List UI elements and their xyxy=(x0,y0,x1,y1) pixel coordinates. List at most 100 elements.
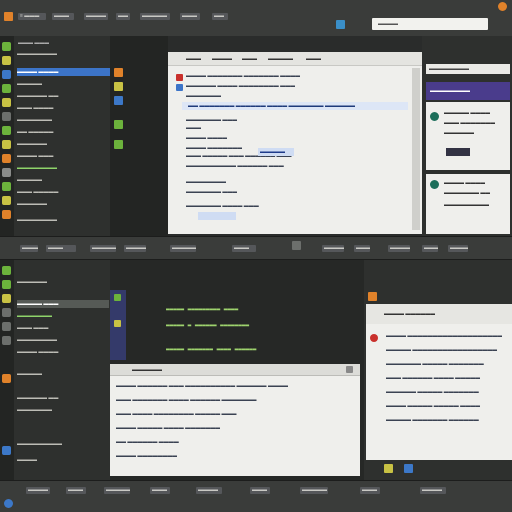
mid-bar-icon[interactable] xyxy=(292,241,301,250)
mid-tab[interactable]: ▬▬▬ xyxy=(354,245,370,252)
mid-tab[interactable]: ▬▬▬▬ xyxy=(20,245,38,252)
table-row[interactable]: ▬▬▬▬ ▬▬▬▬▬ ▬▬▬▬ ▬▬▬▬▬▬▬ xyxy=(116,426,220,431)
warning-icon[interactable] xyxy=(2,154,11,163)
table-row[interactable]: ▬▬▬ ▬▬▬▬▬▬▬ ▬▬▬▬ ▬▬▬▬▬▬ ▬▬▬▬▬▬▬ xyxy=(116,398,257,403)
right-panel-search[interactable]: ▬▬▬▬▬▬▬▬ xyxy=(426,64,510,74)
app-icon[interactable] xyxy=(4,12,13,21)
start-icon[interactable] xyxy=(4,499,13,508)
bottom-tab[interactable]: ▬▬▬ xyxy=(66,487,86,494)
window-icon[interactable] xyxy=(336,20,345,29)
mid-tab[interactable]: ▬▬▬ xyxy=(46,245,76,252)
sidebar-item-green[interactable]: ▬▬▬▬▬▬▬ xyxy=(17,312,107,320)
bottom-tab[interactable]: ▬▬▬ xyxy=(360,487,380,494)
mid-tab[interactable]: ▬▬▬▬ xyxy=(388,245,410,252)
sidebar-item[interactable]: ▬▬▬▬▬▬▬▬ xyxy=(17,336,107,344)
debug-icon[interactable] xyxy=(2,322,11,331)
file-icon[interactable] xyxy=(2,42,11,51)
doc-menu-item[interactable]: ▬▬▬▬▬ xyxy=(268,56,293,62)
mid-tab[interactable]: ▬▬▬▬ xyxy=(448,245,468,252)
doc-menu-item[interactable]: ▬▬▬▬ xyxy=(212,56,232,62)
bottom-tab[interactable]: ▬▬▬▬▬ xyxy=(300,487,328,494)
sidebar-item[interactable]: ▬▬▬ ▬▬▬▬▬ xyxy=(17,188,107,196)
layers-icon[interactable] xyxy=(2,210,11,219)
file-icon[interactable] xyxy=(2,266,11,275)
doc-menu-item[interactable]: ▬▬▬ xyxy=(242,56,257,62)
top-tab-7[interactable]: ▬▬ xyxy=(212,13,228,20)
top-tab-5[interactable]: ▬▬▬▬▬ xyxy=(140,13,170,20)
search-icon[interactable] xyxy=(2,70,11,79)
extension-icon[interactable] xyxy=(2,112,11,121)
sidebar-item[interactable]: ▬▬▬▬▬▬▬ xyxy=(17,116,107,124)
sidebar-item[interactable]: ▬▬▬ ▬▬▬ xyxy=(17,324,107,332)
debug-icon[interactable] xyxy=(2,98,11,107)
globe-icon[interactable] xyxy=(114,96,123,105)
git-icon[interactable] xyxy=(2,308,11,317)
settings-icon[interactable] xyxy=(384,464,393,473)
mid-tab[interactable]: ▬▬▬ xyxy=(232,245,256,252)
share-icon[interactable] xyxy=(404,464,413,473)
sidebar-item[interactable]: ▬▬▬▬▬▬ xyxy=(17,140,107,148)
right-card-2[interactable]: ▬▬▬▬ ▬▬▬▬ ▬▬▬▬▬▬▬ ▬▬ ▬▬▬▬▬▬▬▬▬ xyxy=(426,174,510,234)
document-tag[interactable] xyxy=(198,212,236,220)
document-scrollbar[interactable] xyxy=(412,68,420,230)
doc-menu-item[interactable]: ▬▬▬ xyxy=(186,56,201,62)
top-tab-6[interactable]: ▬▬▬ xyxy=(180,13,200,20)
sidebar-item[interactable]: ▬▬ ▬▬▬▬▬ xyxy=(17,128,107,136)
brush-icon[interactable] xyxy=(114,120,123,129)
palette-icon[interactable] xyxy=(114,82,123,91)
sidebar-item[interactable]: ▬▬▬▬▬▬▬ xyxy=(17,406,107,414)
sidebar-item[interactable]: ▬▬▬▬▬▬▬▬ xyxy=(17,50,107,58)
sidebar-item[interactable]: ▬▬▬▬▬▬ ▬▬ xyxy=(17,92,107,100)
terminal-icon[interactable] xyxy=(2,126,11,135)
gear-icon[interactable] xyxy=(2,168,11,177)
sidebar-item[interactable]: ▬▬▬▬▬▬ xyxy=(17,278,107,286)
sidebar-item[interactable]: ▬▬▬▬ ▬▬▬ xyxy=(17,152,107,160)
folder-icon[interactable] xyxy=(2,280,11,289)
right-card-1[interactable]: ▬▬▬▬▬ ▬▬▬▬ ▬▬▬ ▬▬▬▬▬▬▬ ▬▬▬▬▬▬ xyxy=(426,102,510,170)
bottom-tab[interactable]: ▬▬▬▬ xyxy=(196,487,222,494)
folder-icon[interactable] xyxy=(2,56,11,65)
extension-icon[interactable] xyxy=(2,336,11,345)
top-tab-3[interactable]: ▬▬▬▬ xyxy=(84,13,108,20)
sidebar-item-selected[interactable]: ▬▬▬▬▬ ▬▬▬ xyxy=(17,300,109,308)
top-tab-1[interactable]: ≡ ▬▬▬ xyxy=(18,13,46,20)
top-tab-2[interactable]: ▬▬▬ xyxy=(52,13,74,20)
search-input[interactable]: ▬▬▬▬ xyxy=(372,18,488,30)
mid-tab[interactable]: ▬▬▬▬ xyxy=(322,245,344,252)
table-row[interactable]: ▬▬▬▬ ▬▬▬▬▬▬▬▬ xyxy=(116,454,177,459)
sidebar-item[interactable]: ▬▬▬▬▬▬▬▬▬ xyxy=(17,440,107,448)
sidebar-item[interactable]: ▬▬▬▬ ▬▬▬▬ xyxy=(17,348,107,356)
sidebar-item[interactable]: ▬▬▬▬ xyxy=(17,456,107,464)
bottom-tab[interactable]: ▬▬▬ xyxy=(250,487,270,494)
chart-icon[interactable] xyxy=(2,196,11,205)
cloud-icon[interactable] xyxy=(2,182,11,191)
warning-icon[interactable] xyxy=(2,374,11,383)
table-row[interactable]: ▬▬▬ ▬▬▬▬ ▬▬▬▬▬▬▬▬ ▬▬▬▬▬ ▬▬▬ xyxy=(116,412,237,417)
sidebar-item-selected[interactable]: ▬▬▬▬ ▬▬▬▬ xyxy=(17,68,111,76)
sidebar-item[interactable]: ▬▬▬▬▬▬▬▬ xyxy=(17,216,107,224)
mid-tab[interactable]: ▬▬▬▬ xyxy=(124,245,146,252)
search-icon[interactable] xyxy=(2,294,11,303)
doc-menu-item[interactable]: ▬▬▬ xyxy=(306,56,321,62)
sidebar-item[interactable]: ▬▬▬▬▬ xyxy=(17,80,107,88)
close-icon[interactable] xyxy=(346,366,353,373)
document-link[interactable]: ▬▬▬▬▬ xyxy=(258,148,294,156)
mid-tab[interactable]: ▬▬▬▬▬ xyxy=(90,245,116,252)
tag-icon[interactable] xyxy=(114,140,123,149)
bottom-tab[interactable]: ▬▬▬ xyxy=(150,487,170,494)
list-icon[interactable] xyxy=(114,68,123,77)
table-row[interactable]: ▬▬▬▬ ▬▬▬▬▬▬ ▬▬▬ ▬▬▬▬▬▬▬▬▬▬ ▬▬▬▬▬▬ ▬▬▬▬ xyxy=(116,384,288,389)
bottom-tab[interactable]: ▬▬▬▬ xyxy=(420,487,446,494)
sidebar-item[interactable]: ▬▬▬ ▬▬▬▬ xyxy=(17,104,107,112)
cloud-icon[interactable] xyxy=(2,446,11,455)
sidebar-item[interactable]: ▬▬▬▬▬▬ ▬▬ xyxy=(17,394,107,402)
mid-tab[interactable]: ▬▬▬▬▬▬ xyxy=(170,245,196,252)
table-row[interactable]: ▬▬ ▬▬▬▬▬▬ ▬▬▬▬ xyxy=(116,440,179,445)
sidebar-item[interactable]: ▬▬▬▬▬ xyxy=(17,370,107,378)
bookmark-icon[interactable] xyxy=(2,140,11,149)
user-icon[interactable] xyxy=(498,2,507,11)
sidebar-item-green[interactable]: ▬▬▬▬▬▬▬▬ xyxy=(17,164,107,172)
bottom-tab[interactable]: ▬▬▬▬ xyxy=(26,487,50,494)
mid-tab[interactable]: ▬▬▬ xyxy=(422,245,438,252)
git-icon[interactable] xyxy=(2,84,11,93)
